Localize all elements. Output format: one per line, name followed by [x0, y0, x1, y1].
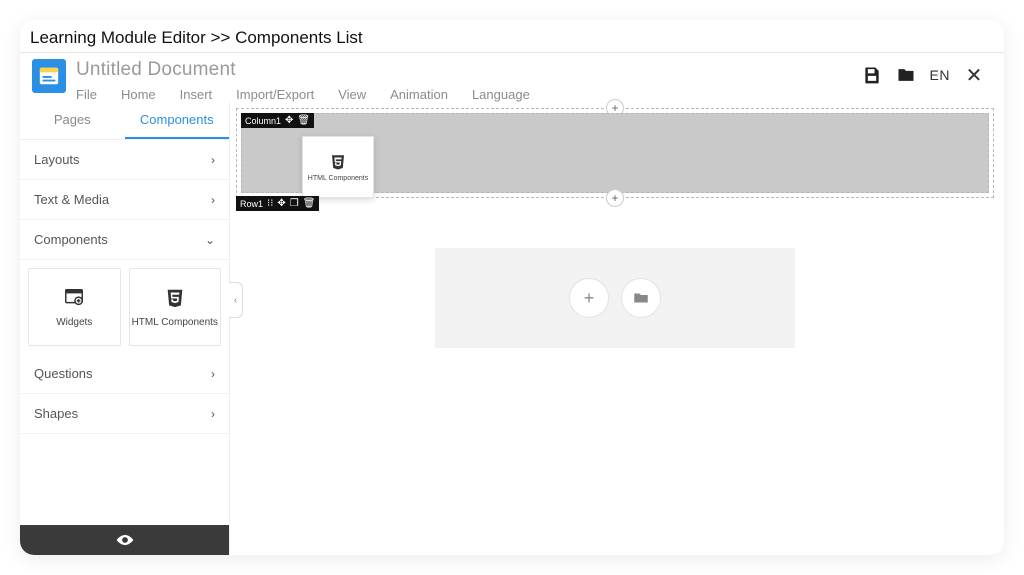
top-actions: EN ✕	[862, 65, 984, 85]
section-layouts[interactable]: Layouts ›	[20, 140, 229, 180]
row-tag[interactable]: Row1 ⁝⁝ ✥ ❐ 🗑	[236, 196, 319, 211]
section-shapes[interactable]: Shapes ›	[20, 394, 229, 434]
html5-icon	[164, 287, 186, 309]
component-grid: Widgets HTML Components	[20, 260, 229, 354]
empty-dropzone[interactable]: +	[435, 248, 795, 348]
menu-home[interactable]: Home	[121, 87, 156, 102]
preview-button[interactable]	[20, 525, 229, 555]
folder-icon[interactable]	[896, 65, 916, 85]
card-html-components[interactable]: HTML Components	[129, 268, 222, 346]
chevron-right-icon: ›	[211, 193, 215, 207]
chevron-right-icon: ›	[211, 153, 215, 167]
move-icon[interactable]: ✥	[285, 115, 293, 126]
tab-pages[interactable]: Pages	[20, 102, 125, 139]
menu-file[interactable]: File	[76, 87, 97, 102]
row-tag-label: Row1	[240, 199, 263, 209]
card-widgets-label: Widgets	[56, 317, 92, 328]
move-icon[interactable]: ✥	[277, 198, 285, 209]
column-tag[interactable]: Column1 ✥ 🗑	[241, 113, 314, 128]
sidebar: Pages Components Layouts › Text & Media …	[20, 102, 230, 555]
section-components[interactable]: Components ⌄	[20, 220, 229, 260]
section-layouts-label: Layouts	[34, 152, 80, 167]
section-text-media[interactable]: Text & Media ›	[20, 180, 229, 220]
tab-components[interactable]: Components	[125, 102, 230, 139]
chevron-right-icon: ›	[211, 367, 215, 381]
section-shapes-label: Shapes	[34, 406, 78, 421]
trash-icon[interactable]: 🗑	[297, 115, 310, 126]
breadcrumb: Learning Module Editor >> Components Lis…	[20, 20, 1004, 53]
section-questions[interactable]: Questions ›	[20, 354, 229, 394]
dropped-component-label: HTML Components	[308, 175, 368, 182]
add-content-button[interactable]: +	[569, 278, 609, 318]
document-title[interactable]: Untitled Document	[76, 59, 862, 81]
eye-icon	[115, 533, 135, 547]
card-widgets[interactable]: Widgets	[28, 268, 121, 346]
duplicate-icon[interactable]: ❐	[290, 198, 299, 209]
language-selector[interactable]: EN	[930, 67, 950, 83]
menu-animation[interactable]: Animation	[390, 87, 448, 102]
card-html-components-label: HTML Components	[132, 317, 218, 328]
chevron-down-icon: ⌄	[205, 233, 215, 247]
save-icon[interactable]	[862, 65, 882, 85]
browse-folder-button[interactable]	[621, 278, 661, 318]
section-text-media-label: Text & Media	[34, 192, 109, 207]
menu-import-export[interactable]: Import/Export	[236, 87, 314, 102]
document-icon	[32, 59, 66, 93]
topbar: Untitled Document File Home Insert Impor…	[20, 53, 1004, 102]
sidebar-collapse-handle[interactable]: ‹	[229, 282, 243, 318]
layout-column[interactable]: Column1 ✥ 🗑 HTML Components	[241, 113, 989, 193]
add-below-button[interactable]: +	[606, 189, 624, 207]
section-components-label: Components	[34, 232, 108, 247]
canvas[interactable]: ‹ + Column1 ✥ 🗑 HTML Components Row1	[230, 102, 1004, 555]
layout-row[interactable]: + Column1 ✥ 🗑 HTML Components Row1 ⁝⁝	[236, 108, 994, 198]
section-questions-label: Questions	[34, 366, 93, 381]
widgets-icon	[63, 287, 85, 309]
html5-icon	[329, 153, 347, 171]
dropped-component[interactable]: HTML Components	[302, 136, 374, 198]
folder-icon	[632, 289, 650, 307]
main-menu: File Home Insert Import/Export View Anim…	[76, 87, 862, 102]
menu-view[interactable]: View	[338, 87, 366, 102]
menu-language[interactable]: Language	[472, 87, 530, 102]
chevron-right-icon: ›	[211, 407, 215, 421]
settings-icon[interactable]: ⁝⁝	[267, 198, 273, 209]
menu-insert[interactable]: Insert	[180, 87, 213, 102]
trash-icon[interactable]: 🗑	[303, 198, 316, 209]
column-tag-label: Column1	[245, 116, 281, 126]
close-icon[interactable]: ✕	[964, 65, 984, 85]
